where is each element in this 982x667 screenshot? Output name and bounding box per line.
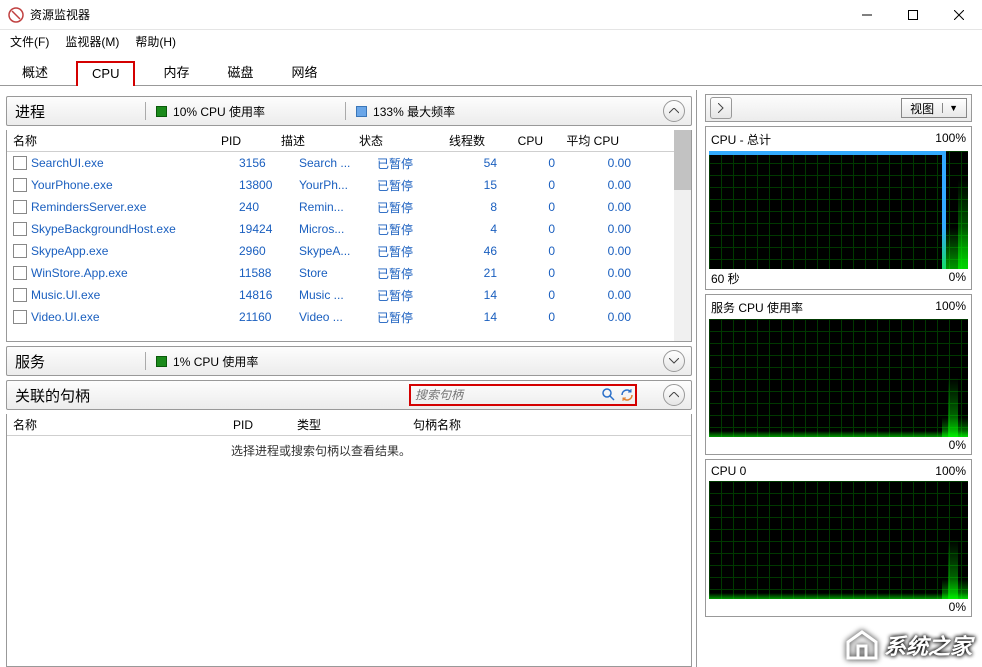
- row-checkbox[interactable]: [13, 244, 27, 258]
- services-cpu-indicator: 1% CPU 使用率: [156, 353, 258, 370]
- handles-search-input[interactable]: [415, 388, 597, 402]
- graph-canvas: [709, 319, 968, 437]
- maximize-button[interactable]: [890, 0, 936, 30]
- process-row[interactable]: SearchUI.exe3156Search ...已暂停5400.00: [7, 152, 674, 174]
- cpu-usage-indicator: 10% CPU 使用率: [156, 103, 265, 120]
- processes-table: 名称 PID 描述 状态 线程数 CPU 平均 CPU SearchUI.exe…: [6, 130, 692, 342]
- view-dropdown[interactable]: 视图 ▼: [901, 98, 967, 118]
- processes-title: 进程: [15, 101, 45, 122]
- process-row[interactable]: YourPhone.exe13800YourPh...已暂停1500.00: [7, 174, 674, 196]
- process-row[interactable]: RemindersServer.exe240Remin...已暂停800.00: [7, 196, 674, 218]
- graph-title: 服务 CPU 使用率: [711, 299, 803, 316]
- process-row[interactable]: WinStore.App.exe11588Store已暂停2100.00: [7, 262, 674, 284]
- col-threads[interactable]: 线程数: [425, 132, 493, 149]
- tab-disk[interactable]: 磁盘: [217, 58, 263, 86]
- titlebar: 资源监视器: [0, 0, 982, 30]
- close-button[interactable]: [936, 0, 982, 30]
- row-checkbox[interactable]: [13, 288, 27, 302]
- graphs-pane: 视图 ▼ CPU - 总计100%60 秒0%服务 CPU 使用率100%0%C…: [696, 90, 982, 667]
- tab-overview[interactable]: 概述: [12, 58, 58, 86]
- chevron-up-icon: [669, 392, 679, 398]
- handles-title: 关联的句柄: [15, 385, 90, 406]
- graph-title: CPU 0: [711, 464, 746, 478]
- graph-title: CPU - 总计: [711, 131, 771, 148]
- graph-max: 100%: [935, 464, 966, 478]
- menubar: 文件(F) 监视器(M) 帮助(H): [0, 30, 982, 52]
- row-checkbox[interactable]: [13, 200, 27, 214]
- col-pid[interactable]: PID: [221, 134, 281, 148]
- minimize-button[interactable]: [844, 0, 890, 30]
- collapse-graphs-button[interactable]: [710, 97, 732, 119]
- col-name[interactable]: 名称: [13, 132, 221, 149]
- refresh-icon[interactable]: [619, 387, 635, 403]
- chevron-down-icon: [669, 358, 679, 364]
- blue-square-icon: [356, 106, 367, 117]
- menu-monitor[interactable]: 监视器(M): [65, 33, 119, 50]
- handles-search-box: [409, 384, 637, 406]
- handles-empty-message: 选择进程或搜索句柄以查看结果。: [231, 442, 681, 459]
- row-checkbox[interactable]: [13, 310, 27, 324]
- row-checkbox[interactable]: [13, 156, 27, 170]
- handles-panel: 名称 PID 类型 句柄名称 选择进程或搜索句柄以查看结果。: [6, 414, 692, 667]
- col-handle-hname[interactable]: 句柄名称: [413, 416, 469, 433]
- app-icon: [8, 7, 24, 23]
- graph-footer-right: 0%: [949, 438, 966, 452]
- handles-header[interactable]: 关联的句柄: [6, 380, 692, 410]
- max-freq-indicator: 133% 最大频率: [356, 103, 455, 120]
- chevron-up-icon: [669, 108, 679, 114]
- collapse-processes-button[interactable]: [663, 100, 685, 122]
- tab-memory[interactable]: 内存: [153, 58, 199, 86]
- row-checkbox[interactable]: [13, 222, 27, 236]
- handles-columns: 名称 PID 类型 句柄名称: [7, 414, 691, 436]
- collapse-handles-button[interactable]: [663, 384, 685, 406]
- process-row[interactable]: SkypeBackgroundHost.exe19424Micros...已暂停…: [7, 218, 674, 240]
- col-cpu[interactable]: CPU: [493, 134, 551, 148]
- graph-canvas: [709, 151, 968, 269]
- watermark: 系统之家: [844, 629, 972, 661]
- col-handle-name[interactable]: 名称: [13, 416, 233, 433]
- processes-header[interactable]: 进程 10% CPU 使用率 133% 最大频率: [6, 96, 692, 126]
- graph-panel: CPU - 总计 100% 60 秒 0%: [705, 126, 972, 290]
- process-row[interactable]: Music.UI.exe14816Music ...已暂停1400.00: [7, 284, 674, 306]
- green-square-icon: [156, 356, 167, 367]
- expand-services-button[interactable]: [663, 350, 685, 372]
- col-avg[interactable]: 平均 CPU: [551, 132, 627, 149]
- col-handle-type[interactable]: 类型: [297, 416, 413, 433]
- graph-panel: CPU 0 100% 0%: [705, 459, 972, 617]
- col-state[interactable]: 状态: [359, 132, 425, 149]
- menu-file[interactable]: 文件(F): [10, 33, 49, 50]
- processes-columns: 名称 PID 描述 状态 线程数 CPU 平均 CPU: [7, 130, 674, 152]
- menu-help[interactable]: 帮助(H): [135, 33, 176, 50]
- chevron-right-icon: [718, 103, 724, 113]
- tab-cpu[interactable]: CPU: [76, 61, 135, 86]
- graph-footer-right: 0%: [949, 270, 966, 287]
- process-row[interactable]: Video.UI.exe21160Video ...已暂停1400.00: [7, 306, 674, 328]
- graph-footer-left: 60 秒: [711, 270, 740, 287]
- window-title: 资源监视器: [30, 6, 844, 23]
- graph-max: 100%: [935, 299, 966, 316]
- processes-scrollbar[interactable]: [674, 130, 691, 341]
- graph-canvas: [709, 481, 968, 599]
- tabs: 概述 CPU 内存 磁盘 网络: [0, 58, 982, 86]
- process-row[interactable]: SkypeApp.exe2960SkypeA...已暂停4600.00: [7, 240, 674, 262]
- services-title: 服务: [15, 351, 45, 372]
- row-checkbox[interactable]: [13, 178, 27, 192]
- green-square-icon: [156, 106, 167, 117]
- graphs-header: 视图 ▼: [705, 94, 972, 122]
- graph-panel: 服务 CPU 使用率 100% 0%: [705, 294, 972, 455]
- col-desc[interactable]: 描述: [281, 132, 359, 149]
- dropdown-arrow-icon: ▼: [942, 103, 958, 113]
- col-handle-pid[interactable]: PID: [233, 418, 297, 432]
- graph-footer-right: 0%: [949, 600, 966, 614]
- services-header[interactable]: 服务 1% CPU 使用率: [6, 346, 692, 376]
- graph-max: 100%: [935, 131, 966, 148]
- tab-network[interactable]: 网络: [282, 58, 328, 86]
- search-icon[interactable]: [601, 387, 617, 403]
- row-checkbox[interactable]: [13, 266, 27, 280]
